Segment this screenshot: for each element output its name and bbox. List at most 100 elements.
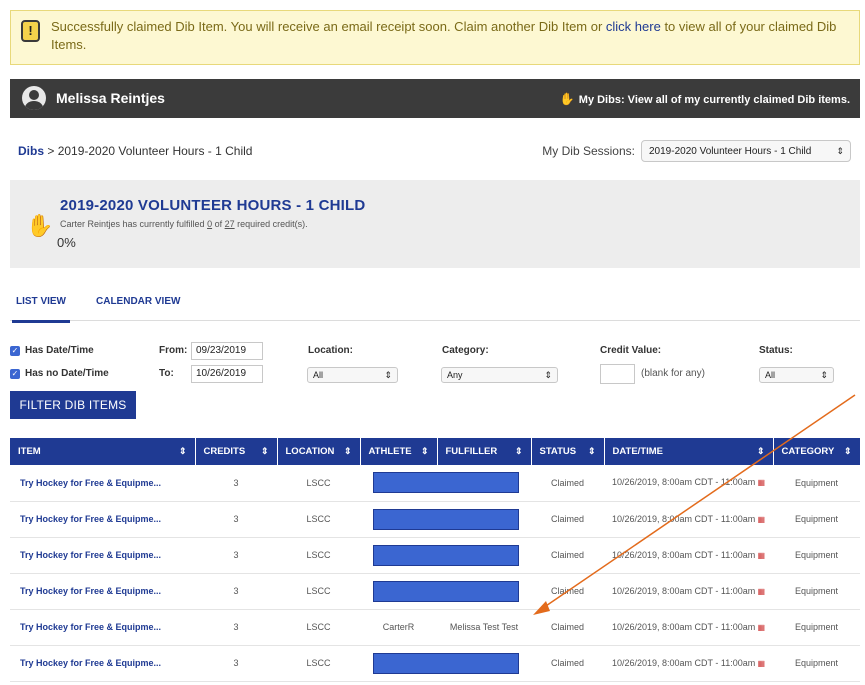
redacted-cell <box>360 573 531 610</box>
progress-percent: 0% <box>57 235 76 250</box>
category-cell: Equipment <box>773 501 860 538</box>
hand-icon: ✋ <box>559 92 575 106</box>
dib-items-table: ITEM ⇕ CREDITS ⇕ LOCATION ⇕ ATHLETE ⇕ FULFIL… <box>10 438 861 682</box>
credits-cell: 3 <box>195 573 277 610</box>
select-arrows-icon: ⇕ <box>544 369 552 380</box>
location-cell: LSCC <box>277 537 360 574</box>
tab-calendar-view[interactable]: CALENDAR VIEW <box>96 296 180 307</box>
calendar-icon[interactable]: ▦ <box>755 659 765 668</box>
exclamation-icon: ! <box>21 20 40 42</box>
datetime-cell: 10/26/2019, 8:00am CDT - 11:00am ▦ <box>604 465 773 502</box>
item-link[interactable]: Try Hockey for Free & Equipme... <box>10 573 195 610</box>
status-cell: Claimed <box>531 573 604 610</box>
category-select[interactable]: Any ⇕ <box>441 367 558 383</box>
sort-icon: ⇕ <box>843 446 852 456</box>
col-header-athlete[interactable]: ATHLETE ⇕ <box>360 438 438 465</box>
calendar-icon[interactable]: ▦ <box>755 623 765 632</box>
credits-cell: 3 <box>195 609 277 646</box>
datetime-cell: 10/26/2019, 8:00am CDT - 11:00am ▦ <box>604 537 773 574</box>
calendar-icon[interactable]: ▦ <box>755 515 765 524</box>
calendar-icon[interactable]: ▦ <box>755 587 765 596</box>
no-date-checkbox[interactable]: ✓ <box>10 369 20 379</box>
credits-cell: 3 <box>195 465 277 502</box>
redacted-cell <box>360 465 531 502</box>
category-label: Category: <box>442 345 489 356</box>
sessions-label: My Dib Sessions: <box>542 144 635 158</box>
tab-list-view[interactable]: LIST VIEW <box>12 296 70 323</box>
from-date-input[interactable]: 09/23/2019 <box>191 342 263 360</box>
category-cell: Equipment <box>773 609 860 646</box>
redaction-bar <box>372 580 519 602</box>
status-cell: Claimed <box>531 465 604 502</box>
location-select[interactable]: All ⇕ <box>307 367 398 383</box>
credits-cell: 3 <box>195 501 277 538</box>
datetime-text: 10/26/2019, 8:00am CDT - 11:00am <box>611 585 756 596</box>
datetime-text: 10/26/2019, 8:00am CDT - 11:00am <box>611 657 756 668</box>
category-cell: Equipment <box>773 645 860 682</box>
item-link[interactable]: Try Hockey for Free & Equipme... <box>10 501 195 538</box>
location-label: Location: <box>308 345 353 356</box>
calendar-icon[interactable]: ▦ <box>755 478 765 487</box>
calendar-icon[interactable]: ▦ <box>755 551 765 560</box>
table-row: Try Hockey for Free & Equipme... 3 LSCC Cla… <box>10 573 860 610</box>
view-tabs: LIST VIEW CALENDAR VIEW <box>10 290 860 323</box>
to-date-input[interactable]: 10/26/2019 <box>191 365 263 383</box>
breadcrumb-dibs-link[interactable]: Dibs <box>18 144 44 158</box>
status-label: Status: <box>759 345 793 356</box>
category-cell: Equipment <box>773 537 860 574</box>
sort-icon: ⇕ <box>514 446 523 456</box>
redacted-cell <box>360 501 531 538</box>
has-date-checkbox[interactable]: ✓ <box>10 346 20 356</box>
datetime-cell: 10/26/2019, 8:00am CDT - 11:00am ▦ <box>604 645 773 682</box>
my-dibs-link[interactable]: ✋ My Dibs: View all of my currently claim… <box>560 92 850 106</box>
redaction-bar <box>372 472 519 494</box>
view-claimed-link[interactable]: click here <box>606 19 661 34</box>
datetime-text: 10/26/2019, 8:00am CDT - 11:00am <box>611 549 756 560</box>
athlete-cell: CarterR <box>360 609 437 646</box>
sessions-select[interactable]: 2019-2020 Volunteer Hours - 1 Child ⇕ <box>641 140 851 162</box>
sort-icon: ⇕ <box>587 446 596 456</box>
session-title: 2019-2020 VOLUNTEER HOURS - 1 CHILD <box>60 197 366 214</box>
filter-dib-items-button[interactable]: FILTER DIB ITEMS <box>10 391 136 419</box>
table-row: Try Hockey for Free & Equipme... 3 LSCC Car… <box>10 609 860 646</box>
credits-cell: 3 <box>195 537 277 574</box>
from-label: From: <box>159 345 188 356</box>
success-alert: ! Successfully claimed Dib Item. You wil… <box>10 10 860 65</box>
datetime-cell: 10/26/2019, 8:00am CDT - 11:00am ▦ <box>604 501 773 538</box>
to-label: To: <box>159 368 174 379</box>
item-link[interactable]: Try Hockey for Free & Equipme... <box>10 537 195 574</box>
location-cell: LSCC <box>277 573 360 610</box>
col-header-datetime[interactable]: DATE/TIME ⇕ <box>604 438 774 465</box>
redacted-cell <box>360 645 531 682</box>
col-header-credits[interactable]: CREDITS ⇕ <box>195 438 278 465</box>
col-header-item[interactable]: ITEM ⇕ <box>10 438 196 465</box>
col-header-category[interactable]: CATEGORY ⇕ <box>773 438 861 465</box>
redaction-bar <box>372 544 519 566</box>
user-bar: Melissa Reintjes ✋ My Dibs: View all of m… <box>10 79 860 118</box>
category-cell: Equipment <box>773 573 860 610</box>
dib-sessions: My Dib Sessions: 2019-2020 Volunteer Hou… <box>542 140 851 162</box>
filter-panel: ✓ Has Date/Time ✓ Has no Date/Time From:… <box>10 342 860 392</box>
sort-icon: ⇕ <box>343 446 352 456</box>
col-header-location[interactable]: LOCATION ⇕ <box>277 438 361 465</box>
col-header-fulfiller[interactable]: FULFILLER ⇕ <box>437 438 532 465</box>
datetime-cell: 10/26/2019, 8:00am CDT - 11:00am ▦ <box>604 573 773 610</box>
datetime-text: 10/26/2019, 8:00am CDT - 11:00am <box>611 513 756 524</box>
col-header-status[interactable]: STATUS ⇕ <box>531 438 605 465</box>
credit-value-input[interactable] <box>600 364 635 384</box>
alert-message: Successfully claimed Dib Item. You will … <box>51 19 837 52</box>
sort-icon: ⇕ <box>756 446 765 456</box>
select-arrows-icon: ⇕ <box>384 369 392 380</box>
item-link[interactable]: Try Hockey for Free & Equipme... <box>10 609 195 646</box>
table-row: Try Hockey for Free & Equipme... 3 LSCC Cla… <box>10 645 860 682</box>
fulfiller-cell: Melissa Test Test <box>437 609 531 646</box>
status-select[interactable]: All ⇕ <box>759 367 834 383</box>
credit-value-label: Credit Value: <box>600 345 662 356</box>
redaction-bar <box>372 508 519 530</box>
category-cell: Equipment <box>773 465 860 502</box>
sort-icon: ⇕ <box>178 446 187 456</box>
location-cell: LSCC <box>277 501 360 538</box>
item-link[interactable]: Try Hockey for Free & Equipme... <box>10 645 195 682</box>
credits-cell: 3 <box>195 645 277 682</box>
item-link[interactable]: Try Hockey for Free & Equipme... <box>10 465 195 502</box>
